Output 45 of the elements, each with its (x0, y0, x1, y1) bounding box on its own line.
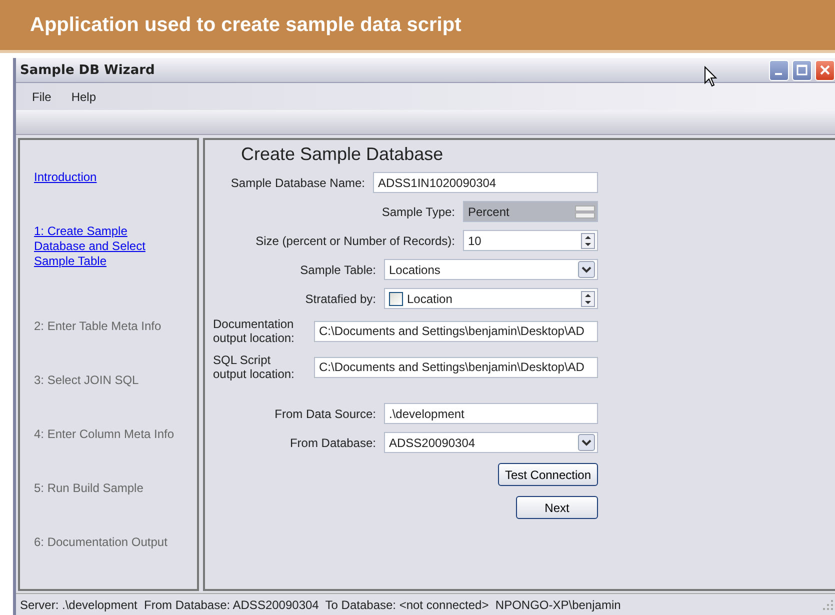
field-label: Stratafied by: (305, 292, 376, 306)
field-label: Sample Database Name: (230, 176, 365, 190)
step-link[interactable]: Introduction (34, 170, 97, 186)
step-label: 2: Enter Table Meta Info (34, 319, 162, 334)
wizard-button[interactable]: Test Connection (498, 463, 598, 486)
field-label: Documentation output location: (213, 317, 296, 346)
form-title: Create Sample Database (241, 144, 444, 166)
field-label: From Data Source: (274, 406, 376, 421)
dropdown-field[interactable]: ADSS20090304 (384, 432, 598, 454)
spinner-icon (581, 290, 595, 307)
mouse-pointer-icon (704, 66, 718, 88)
step-label: 6: Documentation Output (34, 535, 168, 550)
close-button[interactable] (815, 60, 835, 81)
stepper-icon (575, 204, 595, 219)
window-title: Sample DB Wizard (20, 62, 155, 78)
field-label: Size (percent or Number of Records): (256, 234, 455, 248)
field-label: Sample Table: (300, 262, 376, 277)
status-text: Server: .\development From Database: ADSS20090304 To Database: <not connected> NPONGO-XP\benjamin (20, 598, 621, 612)
menu-item[interactable]: File (26, 88, 58, 106)
step-link[interactable]: 1: Create Sample Database and Select Sample Table (34, 224, 159, 270)
field-label: From Database: (290, 436, 376, 450)
dropdown-field[interactable]: Locations (384, 259, 598, 280)
text-field[interactable]: ADSS1IN1020090304 (373, 172, 598, 194)
spinner-icon (581, 232, 595, 249)
checkbox[interactable] (389, 292, 403, 306)
maximize-icon (796, 64, 808, 76)
select-field[interactable]: Percent (463, 201, 598, 222)
minimize-icon (774, 73, 782, 76)
field-label: SQL Script output location: (213, 353, 296, 382)
minimize-button[interactable] (769, 60, 789, 81)
resize-grip-icon (823, 600, 833, 610)
step-label: 5: Run Build Sample (34, 481, 144, 496)
spin-field[interactable]: 10 (463, 230, 598, 252)
select-field[interactable]: Location (384, 288, 598, 310)
field-label: Sample Type: (382, 204, 455, 219)
menu-item[interactable]: Help (65, 88, 102, 106)
maximize-button[interactable] (792, 60, 812, 81)
step-label: 3: Select JOIN SQL (34, 373, 139, 388)
wizard-button[interactable]: Next (516, 496, 598, 520)
close-icon (819, 64, 831, 76)
text-field[interactable]: .\development (384, 403, 598, 424)
step-label: 4: Enter Column Meta Info (34, 427, 174, 442)
text-field[interactable]: C:\Documents and Settings\benjamin\Desktop\AD (314, 320, 598, 342)
text-field[interactable]: C:\Documents and Settings\benjamin\Desktop\AD (314, 356, 598, 378)
banner-title: Application used to create sample data script (30, 14, 462, 36)
